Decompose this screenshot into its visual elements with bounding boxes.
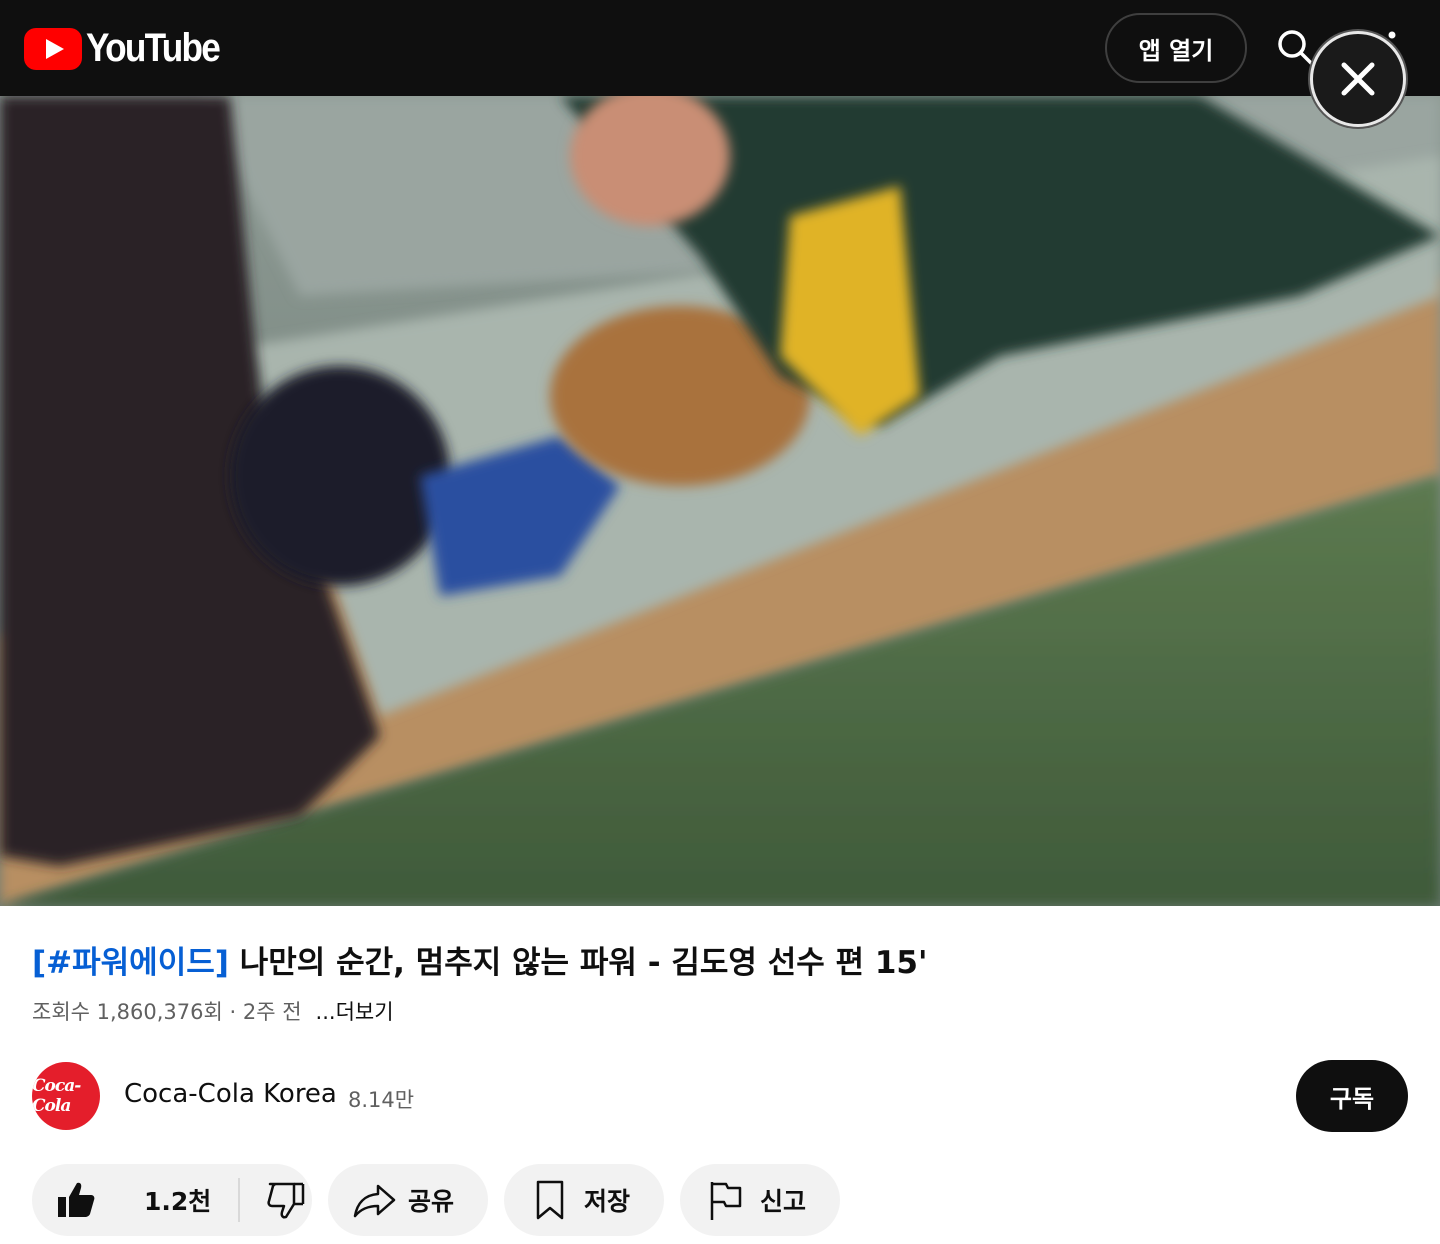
- bookmark-icon: [536, 1180, 564, 1220]
- youtube-logo[interactable]: YouTube: [24, 26, 237, 71]
- save-label: 저장: [584, 1187, 631, 1216]
- coca-cola-logo: Coca-Cola: [32, 1076, 81, 1116]
- video-title: [#파워에이드] 나만의 순간, 멈추지 않는 파워 - 김도영 선수 편 15…: [32, 938, 1412, 988]
- channel-avatar[interactable]: Coca-Cola: [32, 1062, 100, 1130]
- like-icon[interactable]: [56, 1180, 96, 1220]
- title-text: 나만의 순간, 멈추지 않는 파워 - 김도영 선수 편 15': [228, 945, 928, 981]
- share-button[interactable]: 공유: [328, 1164, 488, 1236]
- report-button[interactable]: 신고: [680, 1164, 840, 1236]
- share-label: 공유: [408, 1187, 455, 1216]
- close-x-glyph: [1341, 62, 1375, 96]
- open-app-button[interactable]: 앱 열기: [1105, 13, 1247, 83]
- report-label: 신고: [760, 1187, 807, 1216]
- share-icon: [353, 1184, 396, 1218]
- dislike-icon[interactable]: [266, 1180, 306, 1220]
- channel-name[interactable]: Coca-Cola Korea: [124, 1079, 337, 1109]
- view-count-and-date: 조회수 1,860,376회 · 2주 전: [32, 1000, 302, 1024]
- like-divider: [238, 1178, 240, 1222]
- like-count[interactable]: 1.2천: [144, 1182, 211, 1218]
- youtube-play-icon: [24, 27, 82, 70]
- subscribe-button[interactable]: 구독: [1296, 1060, 1408, 1132]
- save-button[interactable]: 저장: [504, 1164, 664, 1236]
- top-app-bar: YouTube 앱 열기: [0, 0, 1440, 96]
- title-hashtag-link[interactable]: [#파워에이드]: [32, 945, 229, 981]
- subscriber-count: 8.14만: [348, 1088, 415, 1112]
- like-dislike-pill: 1.2천: [32, 1164, 312, 1236]
- video-player[interactable]: [0, 96, 1440, 906]
- youtube-logo-text: YouTube: [86, 26, 221, 70]
- search-icon[interactable]: [1276, 28, 1316, 68]
- video-frame-image: [0, 96, 1440, 906]
- close-icon[interactable]: [1310, 31, 1406, 127]
- video-meta[interactable]: 조회수 1,860,376회 · 2주 전 ...더보기: [32, 996, 394, 1026]
- flag-icon: [710, 1182, 742, 1220]
- more-link[interactable]: ...더보기: [316, 1000, 394, 1024]
